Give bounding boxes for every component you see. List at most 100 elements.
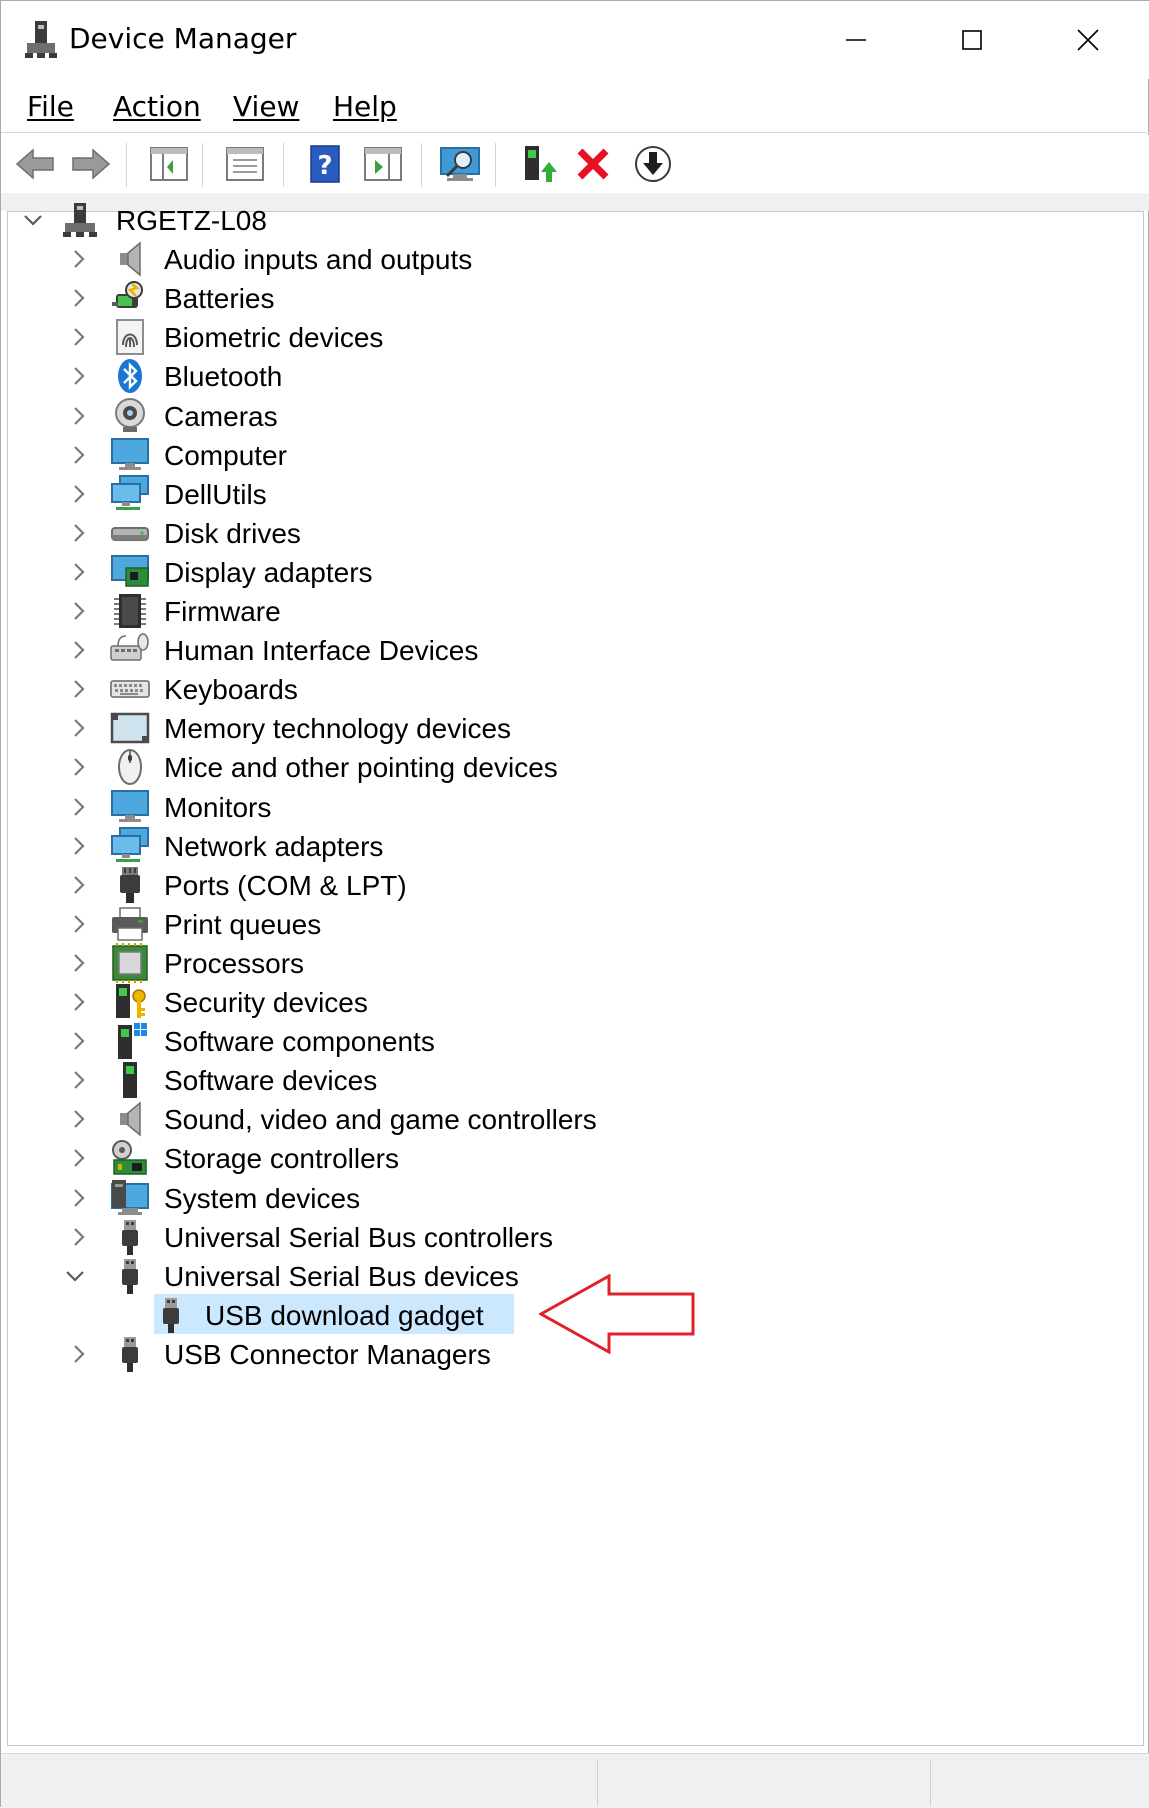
close-button[interactable] (1030, 1, 1146, 79)
tree-node-label: Keyboards (164, 674, 298, 706)
menu-action[interactable]: Action (113, 89, 201, 125)
menu-bar: File Action View Help (1, 81, 1149, 133)
show-hide-console-tree-icon (150, 147, 188, 181)
enable-device-icon (635, 146, 671, 182)
tree-node-label: Network adapters (164, 830, 384, 862)
chevron-right-icon[interactable] (68, 365, 90, 387)
chevron-right-icon[interactable] (68, 483, 90, 505)
tree-node-label: DellUtils (164, 478, 267, 510)
uninstall-icon (577, 148, 609, 180)
keyboard-icon (110, 669, 150, 709)
chevron-right-icon[interactable] (68, 1030, 90, 1052)
back-button[interactable] (11, 141, 59, 187)
tree-node-label: USB Connector Managers (164, 1338, 491, 1370)
toolbar-separator (202, 143, 203, 187)
tree-node-label: Monitors (164, 791, 272, 823)
processor-icon (110, 942, 150, 983)
menu-view-label: View (233, 90, 300, 123)
forward-button[interactable] (67, 141, 115, 187)
tree-node-label: Memory technology devices (164, 713, 512, 745)
disk-drive-icon (110, 513, 150, 553)
properties-button[interactable] (221, 141, 269, 187)
chevron-right-icon[interactable] (68, 326, 90, 348)
tree-root-label: RGETZ-L08 (116, 205, 267, 236)
network-adapter-icon (110, 826, 150, 866)
hid-icon (110, 630, 150, 670)
properties-icon (226, 147, 264, 181)
tree-node-label: Computer (164, 439, 287, 471)
menu-view[interactable]: View (233, 89, 299, 125)
chevron-right-icon[interactable] (68, 678, 90, 700)
scan-hardware-button[interactable] (437, 141, 485, 187)
minimize-button[interactable] (798, 1, 914, 79)
chevron-right-icon[interactable] (68, 756, 90, 778)
enable-device-button[interactable] (629, 141, 677, 187)
speaker-icon (110, 239, 150, 279)
chevron-right-icon[interactable] (68, 1226, 90, 1248)
tree-node-label: Biometric devices (164, 322, 384, 354)
tree-node-label: Ports (COM & LPT) (164, 869, 407, 901)
chevron-right-icon[interactable] (68, 287, 90, 309)
show-hide-console-tree-button[interactable] (145, 141, 193, 187)
toolbar-separator (495, 143, 496, 187)
chevron-right-icon[interactable] (68, 522, 90, 544)
tree-node-label: System devices (164, 1182, 361, 1214)
title-bar[interactable]: Device Manager (1, 1, 1149, 79)
close-icon (1077, 29, 1099, 51)
toolbar: ? (1, 135, 1149, 193)
run-action-button[interactable] (359, 141, 407, 187)
forward-icon (72, 148, 111, 180)
toolbar-separator (421, 143, 422, 187)
maximize-button[interactable] (914, 1, 1030, 79)
tree-node-label: Print queues (164, 908, 322, 940)
help-button[interactable]: ? (301, 141, 349, 187)
chevron-right-icon[interactable] (68, 796, 90, 818)
mouse-icon (110, 747, 150, 787)
svg-text:?: ? (317, 151, 332, 181)
status-bar (1, 1753, 1149, 1808)
chevron-right-icon[interactable] (68, 874, 90, 896)
chevron-right-icon[interactable] (68, 1147, 90, 1169)
chevron-right-icon[interactable] (68, 1108, 90, 1130)
chevron-right-icon[interactable] (68, 991, 90, 1013)
tree-node-label: Software devices (164, 1065, 378, 1097)
tree-node-label: Disk drives (164, 517, 301, 549)
chevron-right-icon[interactable] (68, 600, 90, 622)
tree-node-label: Storage controllers (164, 1143, 400, 1175)
update-driver-icon (525, 146, 557, 182)
chevron-down-icon[interactable] (22, 209, 44, 231)
usb-icon (110, 1256, 150, 1296)
chevron-right-icon[interactable] (68, 405, 90, 427)
chevron-right-icon[interactable] (68, 1343, 90, 1365)
menu-file-label: File (27, 90, 74, 123)
battery-icon (110, 278, 150, 318)
chevron-down-icon[interactable] (64, 1265, 86, 1287)
chevron-right-icon[interactable] (68, 639, 90, 661)
annotation-arrow-icon (537, 1273, 699, 1358)
menu-file[interactable]: File (27, 89, 74, 125)
tree-node-label: Firmware (164, 596, 281, 627)
tree-node-label: USB download gadget (205, 1299, 484, 1331)
usb-icon (110, 1217, 150, 1257)
minimize-icon (846, 39, 866, 41)
chevron-right-icon[interactable] (68, 1069, 90, 1091)
chip-icon (110, 591, 150, 631)
chevron-right-icon[interactable] (68, 1187, 90, 1209)
update-driver-button[interactable] (513, 141, 561, 187)
chevron-right-icon[interactable] (68, 717, 90, 739)
chevron-right-icon[interactable] (68, 444, 90, 466)
uninstall-button[interactable] (569, 141, 617, 187)
chevron-right-icon[interactable] (68, 835, 90, 857)
software-component-icon (110, 1021, 150, 1061)
chevron-right-icon[interactable] (68, 952, 90, 974)
chevron-right-icon[interactable] (68, 248, 90, 270)
tree-node-label: Human Interface Devices (164, 635, 479, 667)
printer-icon (110, 904, 150, 944)
back-icon (15, 148, 54, 180)
device-tree[interactable]: RGETZ-L08 Audio inputs and outputs Batteri… (7, 203, 1144, 1746)
tree-node-label: Cameras (164, 400, 278, 432)
tree-node-label: Audio inputs and outputs (164, 244, 473, 276)
chevron-right-icon[interactable] (68, 913, 90, 935)
menu-help[interactable]: Help (333, 89, 397, 125)
chevron-right-icon[interactable] (68, 561, 90, 583)
